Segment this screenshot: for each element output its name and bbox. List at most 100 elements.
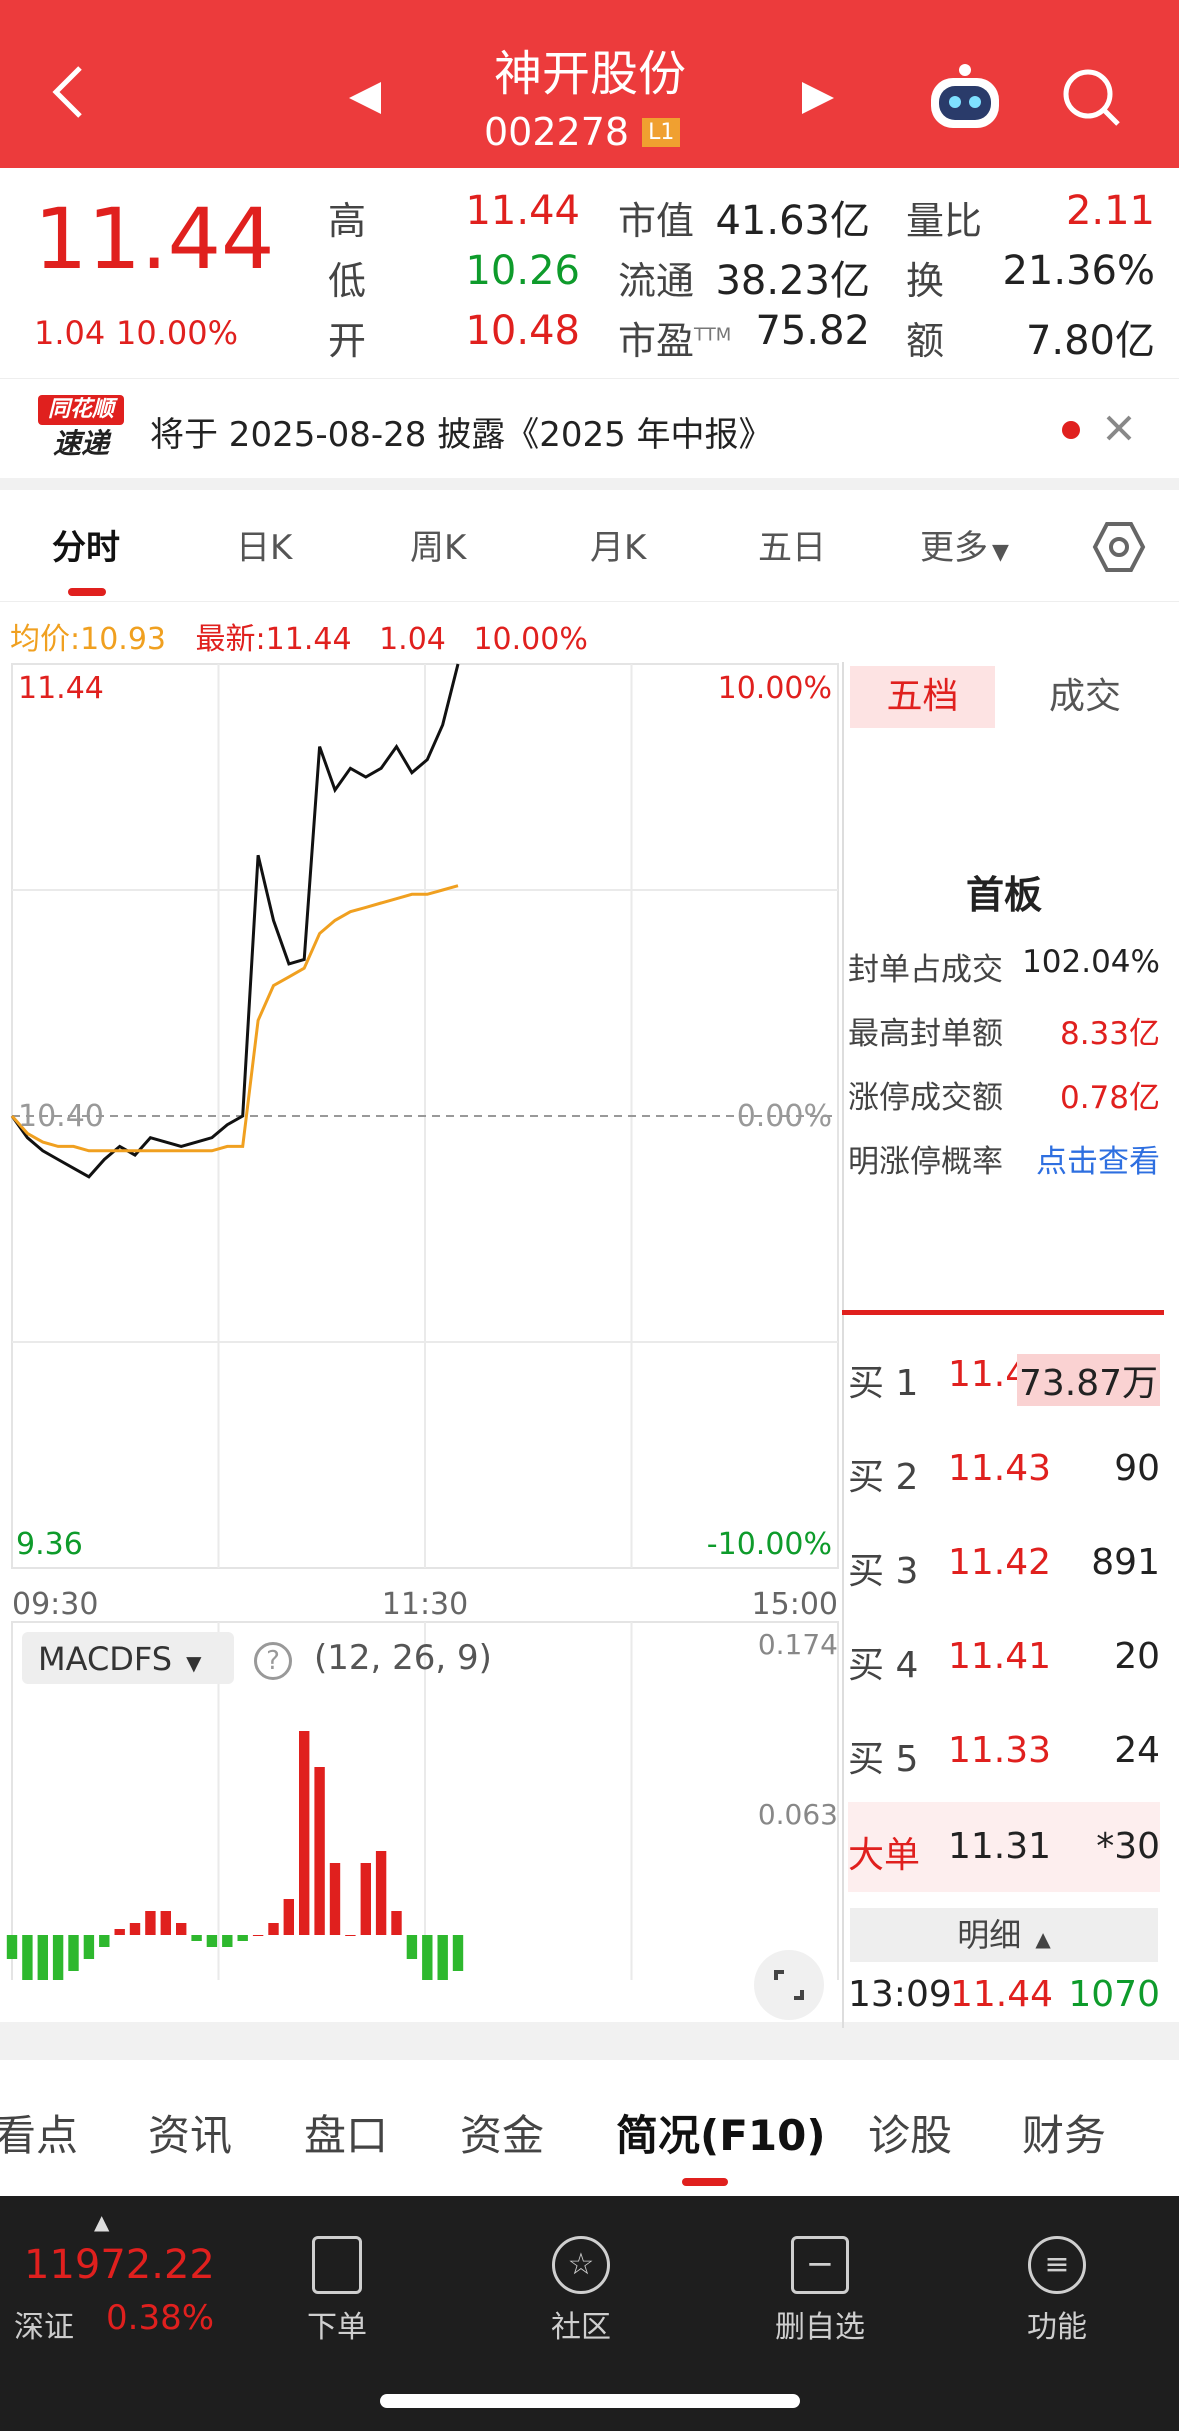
stat-row: 封单占成交 102.04% xyxy=(848,944,1160,988)
tab-highlights[interactable]: 看点 xyxy=(0,2102,78,2163)
help-icon[interactable]: ? xyxy=(254,1642,292,1680)
prev-stock-button[interactable] xyxy=(345,78,385,122)
tab-diagnosis[interactable]: 诊股 xyxy=(868,2102,952,2163)
macd-bar xyxy=(129,1923,141,1935)
tab-order-flow[interactable]: 盘口 xyxy=(304,2102,388,2163)
x-label-noon: 11:30 xyxy=(382,1587,468,1622)
mktcap-value: 41.63亿 xyxy=(715,198,870,244)
macd-bar xyxy=(345,1935,356,1936)
macd-bar xyxy=(314,1767,325,1935)
triangle-up-icon: ▲ xyxy=(1035,1927,1051,1951)
bid-row[interactable]: 买 2 11.43 90 xyxy=(848,1424,1160,1514)
tab-profile[interactable]: 简况(F10) xyxy=(616,2102,826,2163)
volratio-value: 2.11 xyxy=(1065,188,1155,234)
bid-row[interactable]: 买 3 11.42 891 xyxy=(848,1518,1160,1608)
macd-bar xyxy=(160,1911,171,1935)
search-icon xyxy=(1063,69,1120,126)
macd-bar xyxy=(68,1935,79,1971)
latest-label: 最新: xyxy=(195,622,266,657)
low-label: 低 xyxy=(328,259,367,303)
avg-label: 均价: xyxy=(10,622,81,657)
y-label-mid: 10.40 xyxy=(18,1099,104,1134)
robot-assistant-icon xyxy=(931,64,999,128)
macd-bar xyxy=(452,1935,464,1971)
index-widget[interactable]: ▲ 11972.22 深证 0.38% xyxy=(14,2210,234,2350)
bid-row[interactable]: 买 5 11.33 24 xyxy=(848,1706,1160,1796)
macd-params: (12, 26, 9) xyxy=(314,1638,492,1678)
macd-bar xyxy=(6,1935,18,1959)
tab-intraday[interactable]: 分时 xyxy=(52,520,120,569)
tab-weekly-k[interactable]: 周K xyxy=(410,520,466,569)
search-button[interactable] xyxy=(1060,66,1124,134)
nav-remove-watchlist[interactable]: − 删自选 xyxy=(745,2236,895,2346)
latest-value: 11.44 xyxy=(265,622,352,657)
nav-community[interactable]: ☆ 社区 xyxy=(506,2236,656,2346)
macd-bar xyxy=(329,1863,341,1935)
bid-row[interactable]: 买 4 11.41 20 xyxy=(848,1612,1160,1702)
macd-bar xyxy=(375,1851,387,1935)
robot-assistant-button[interactable] xyxy=(925,62,1005,136)
pe-ttm-sup: TTM xyxy=(694,324,732,346)
star-circle-icon: ☆ xyxy=(552,2236,610,2294)
tab-capital[interactable]: 资金 xyxy=(460,2102,544,2163)
chart-settings-button[interactable] xyxy=(1092,520,1146,578)
pct-label-bottom: -10.00% xyxy=(707,1527,832,1562)
chevron-left-icon xyxy=(52,66,82,118)
macd-label-top: 0.174 xyxy=(758,1628,838,1661)
macd-bar xyxy=(206,1935,218,1947)
unread-dot xyxy=(1062,421,1080,439)
home-indicator xyxy=(380,2394,800,2408)
x-label-close: 15:00 xyxy=(752,1587,838,1622)
tab-more[interactable]: 更多 ▼ xyxy=(920,520,1009,569)
triangle-right-icon xyxy=(802,82,834,114)
tab-daily-k[interactable]: 日K xyxy=(236,520,292,569)
app-header: 神开股份 002278 L1 xyxy=(0,0,1179,168)
stat-row[interactable]: 明涨停概率 点击查看 xyxy=(848,1136,1160,1181)
tab-five-day[interactable]: 五日 xyxy=(758,520,826,569)
volratio-label: 量比 xyxy=(906,199,983,243)
triangle-left-icon xyxy=(349,82,381,114)
pct-label-mid: 0.00% xyxy=(737,1099,832,1134)
detail-tabs: 看点 资讯 盘口 资金 简况(F10) 诊股 财务 xyxy=(0,2060,1179,2196)
macd-selector[interactable]: MACDFS ▼ xyxy=(22,1632,234,1684)
intraday-chart[interactable]: 11.44 10.40 9.36 10.00% 0.00% -10.00% 09:30 11:… xyxy=(0,662,845,1662)
float-label: 流通 xyxy=(618,259,695,303)
bid-row[interactable]: 买 1 11.44 73.87万 xyxy=(848,1330,1160,1420)
chevron-down-icon: ▼ xyxy=(992,540,1009,565)
nav-functions[interactable]: ≡ 功能 xyxy=(982,2236,1132,2346)
avg-value: 10.93 xyxy=(80,622,166,657)
macd-bar xyxy=(252,1935,264,1936)
macd-bar xyxy=(99,1935,110,1947)
y-label-bottom: 9.36 xyxy=(16,1527,83,1562)
high-value: 11.44 xyxy=(465,188,580,234)
tab-five-levels[interactable]: 五档 xyxy=(850,666,995,728)
next-stock-button[interactable] xyxy=(798,78,838,122)
stat-row: 涨停成交额 0.78亿 xyxy=(848,1080,1160,1116)
nav-place-order[interactable]: 下单 xyxy=(262,2236,412,2346)
triangle-up-icon: ▲ xyxy=(94,2210,110,2234)
tab-trades[interactable]: 成交 xyxy=(1010,666,1160,728)
limit-board-title: 首板 xyxy=(965,873,1042,917)
minus-box-icon: − xyxy=(791,2236,849,2294)
macd-bar xyxy=(360,1863,371,1935)
fullscreen-button[interactable] xyxy=(754,1950,824,2020)
pct-label-top: 10.00% xyxy=(718,671,832,706)
active-tab-indicator xyxy=(68,588,106,596)
tab-financials[interactable]: 财务 xyxy=(1022,2102,1106,2163)
index-pct: 0.38% xyxy=(106,2298,215,2338)
tab-news[interactable]: 资讯 xyxy=(148,2102,232,2163)
document-icon xyxy=(312,2236,362,2294)
big-order-row[interactable]: 大单 11.31 *30 xyxy=(848,1802,1160,1892)
info-line: 均价:10.93 最新:11.44 1.04 10.00% xyxy=(10,614,588,658)
current-price: 11.44 xyxy=(34,190,275,288)
detail-button[interactable]: 明细 ▲ xyxy=(850,1908,1158,1962)
macd-bar xyxy=(176,1923,187,1935)
notice-close-button[interactable] xyxy=(1104,413,1134,447)
notice-bar[interactable]: 同花顺 速递 将于 2025-08-28 披露《2025 年中报》 xyxy=(0,378,1179,478)
index-name: 深证 xyxy=(14,2310,74,2345)
back-button[interactable] xyxy=(40,60,100,120)
tab-monthly-k[interactable]: 月K xyxy=(590,520,646,569)
macd-bar xyxy=(422,1935,433,1980)
active-tab-indicator xyxy=(682,2178,728,2186)
quote-panel: 11.44 1.04 10.00% 高 11.44 低 10.26 开 10.4… xyxy=(0,168,1179,378)
